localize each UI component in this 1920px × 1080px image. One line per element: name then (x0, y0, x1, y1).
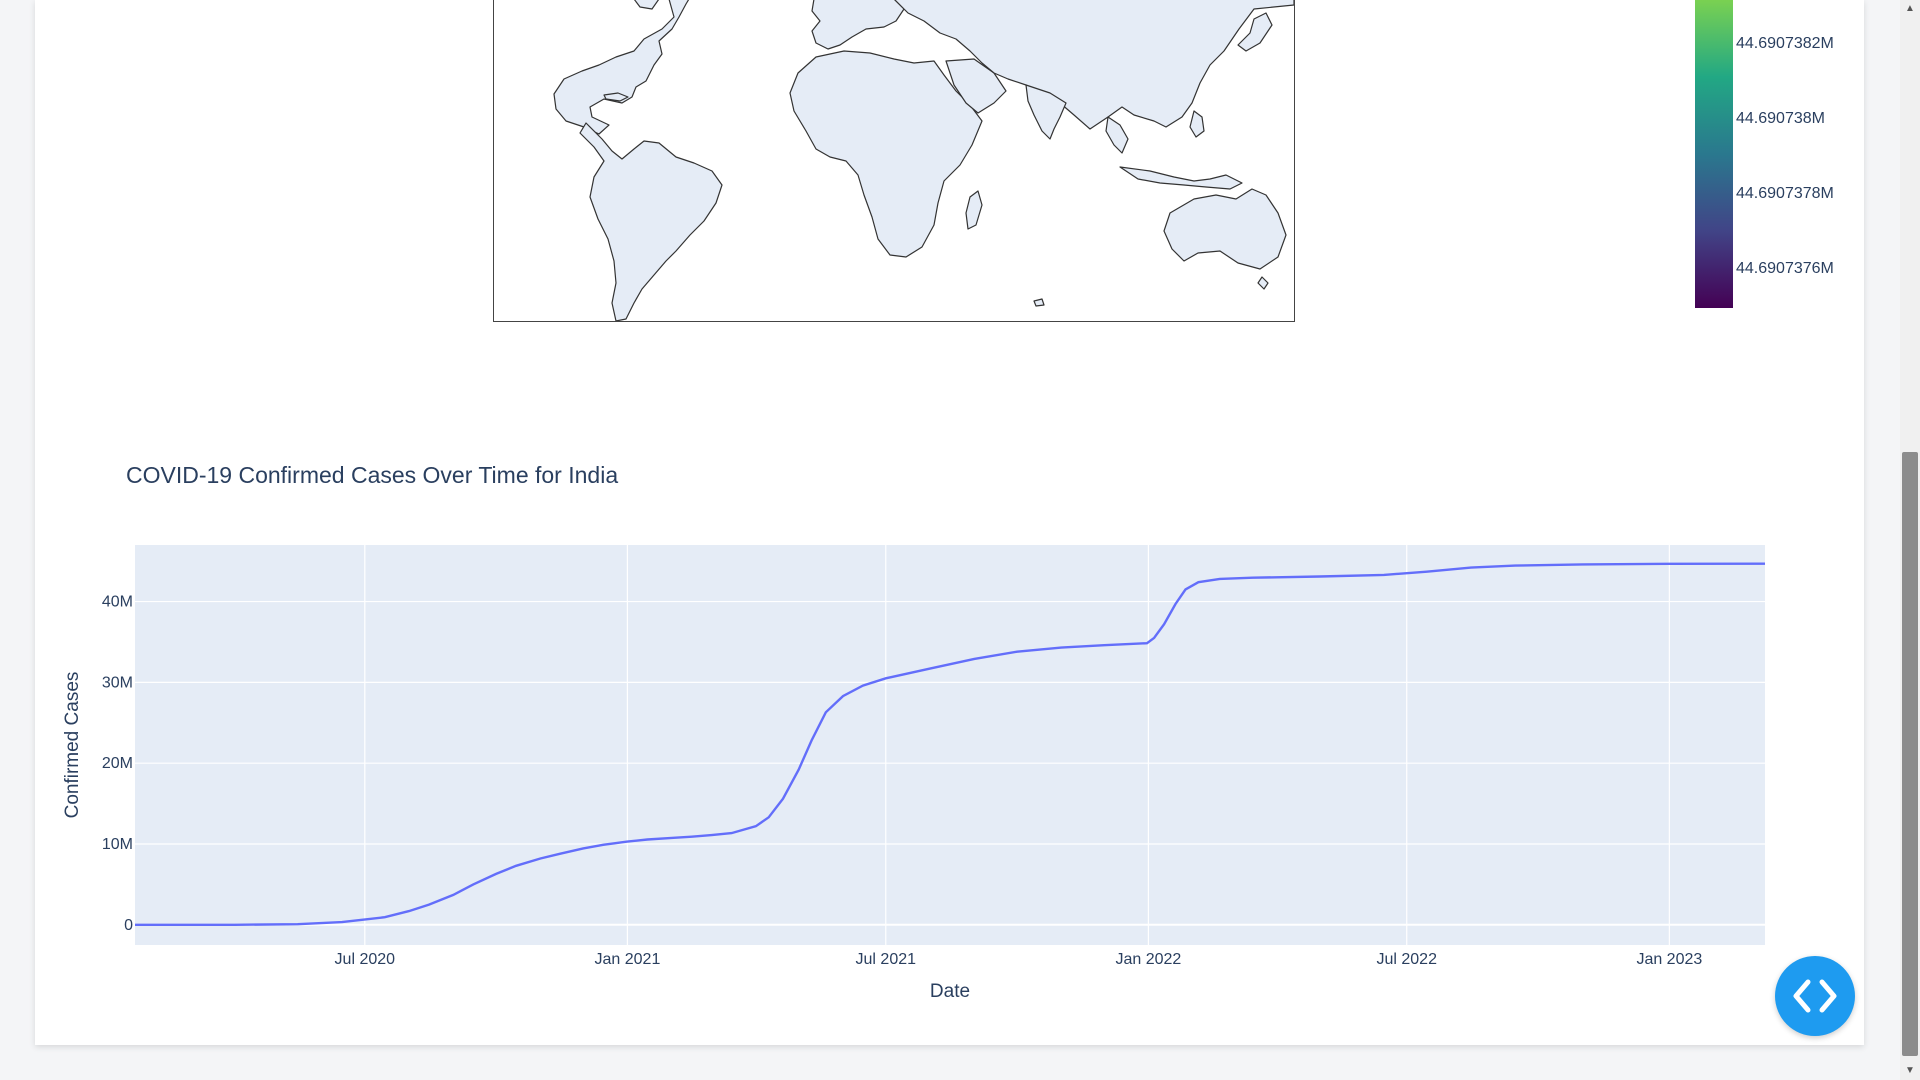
scroll-up-arrow-icon[interactable]: ▲ (1900, 0, 1920, 18)
code-brackets-icon (1793, 979, 1837, 1013)
y-tick-label: 10M (102, 836, 133, 853)
code-toggle-button[interactable] (1775, 956, 1855, 1036)
y-tick-label: 30M (102, 674, 133, 691)
x-tick-label: Jan 2021 (595, 951, 661, 968)
scroll-down-arrow-icon[interactable]: ▼ (1900, 1062, 1920, 1080)
y-axis-title: Confirmed Cases (62, 672, 83, 819)
line-chart-svg[interactable]: Jul 2020 Jan 2021 Jul 2021 Jan 2022 Jul 2022… (0, 0, 1920, 1080)
y-tick-labels: 0 10M 20M 30M 40M (102, 594, 133, 934)
y-tick-label: 0 (124, 917, 133, 934)
x-tick-label: Jan 2022 (1115, 951, 1181, 968)
x-tick-label: Jul 2020 (335, 951, 396, 968)
y-tick-label: 40M (102, 594, 133, 611)
plot-area (135, 545, 1765, 945)
x-tick-label: Jan 2023 (1636, 951, 1702, 968)
y-tick-label: 20M (102, 755, 133, 772)
x-tick-labels: Jul 2020 Jan 2021 Jul 2021 Jan 2022 Jul 2022… (335, 951, 1703, 968)
x-tick-label: Jul 2021 (856, 951, 917, 968)
x-tick-label: Jul 2022 (1376, 951, 1437, 968)
scrollbar-thumb[interactable] (1902, 452, 1918, 1056)
x-axis-title: Date (930, 981, 970, 1002)
